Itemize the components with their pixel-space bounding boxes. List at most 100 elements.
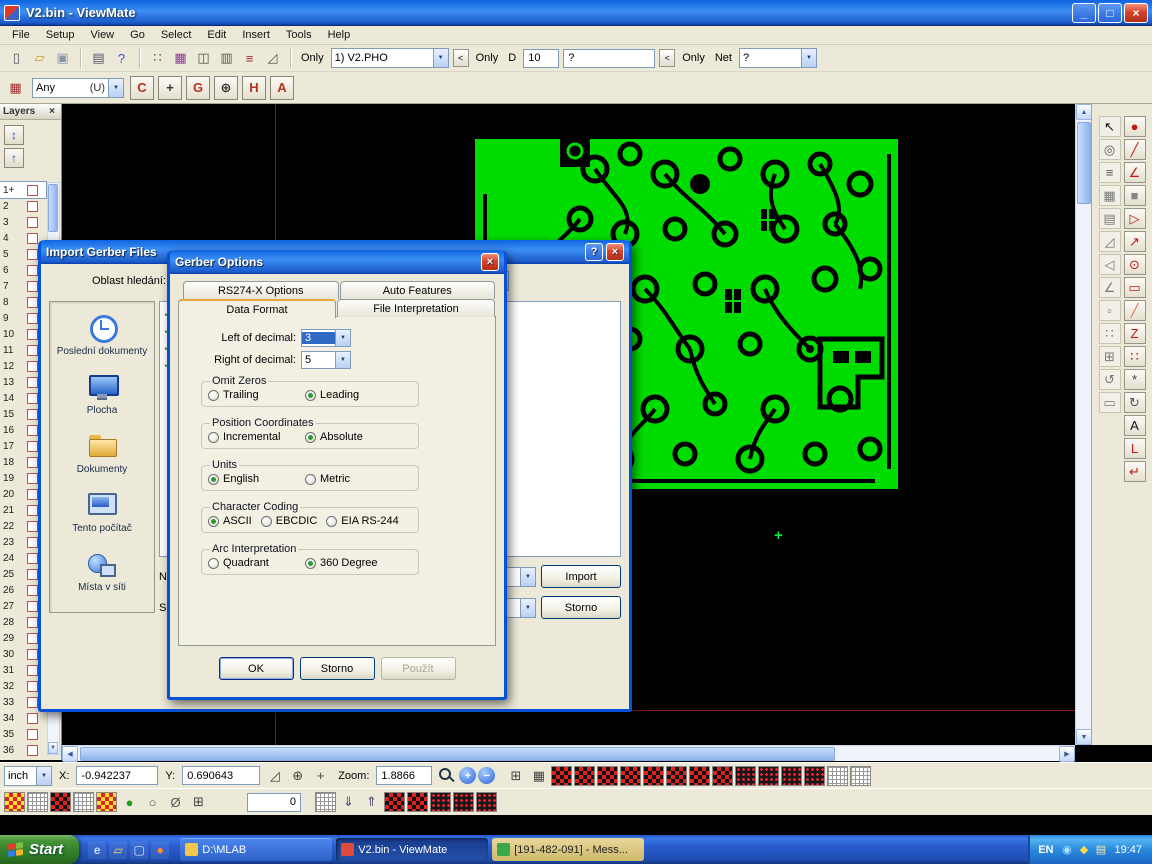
mirror-icon[interactable]: ◁: [1099, 254, 1121, 275]
film-swatch-icon[interactable]: [620, 766, 641, 786]
draw-circle-icon[interactable]: ⊙: [1124, 254, 1146, 275]
tab-auto-features[interactable]: Auto Features: [340, 281, 496, 299]
taskbar-task-191-482-091-mess[interactable]: [191-482-091] - Mess...: [492, 838, 644, 861]
scroll-up-icon[interactable]: ▲: [1076, 104, 1092, 120]
prev-dcode-button[interactable]: <: [453, 49, 469, 67]
slope-measure-icon[interactable]: ◿: [262, 48, 283, 68]
dcode-a-icon[interactable]: A: [270, 76, 294, 100]
pad-pattern-icon[interactable]: [758, 766, 779, 786]
apply-button[interactable]: Použít: [381, 657, 456, 680]
pad-small-icon[interactable]: ▫: [1099, 300, 1121, 321]
aperture-select[interactable]: Any (U) ▼: [32, 78, 124, 98]
pad-pattern-icon[interactable]: [781, 766, 802, 786]
draw-filled-rect-icon[interactable]: ■: [1124, 185, 1146, 206]
dot-grid-icon[interactable]: [315, 792, 336, 812]
aperture-grid-icon[interactable]: ▦: [5, 78, 26, 98]
pad-pattern-icon[interactable]: [476, 792, 497, 812]
select-arrow-icon[interactable]: ↖: [1099, 116, 1121, 137]
minimize-button[interactable]: _: [1072, 3, 1096, 23]
layer-color-swatch[interactable]: [27, 729, 38, 740]
film-swatch-icon[interactable]: [384, 792, 405, 812]
radio-metric[interactable]: Metric: [305, 473, 350, 485]
import-button[interactable]: Import: [541, 565, 621, 588]
y-coordinate-field[interactable]: 0.690643: [182, 766, 260, 785]
cell-grid-icon[interactable]: ⊞: [505, 766, 526, 786]
zoom-in-icon[interactable]: +: [459, 767, 476, 784]
film-swatch-icon[interactable]: [597, 766, 618, 786]
layer-color-swatch[interactable]: [27, 425, 38, 436]
layer-color-swatch[interactable]: [27, 249, 38, 260]
layer-color-swatch[interactable]: [27, 681, 38, 692]
layer-row[interactable]: 35: [0, 726, 47, 742]
zoom-field[interactable]: 1.8866: [376, 766, 432, 785]
menu-item-tools[interactable]: Tools: [278, 27, 320, 43]
draw-pad-icon[interactable]: ●: [1124, 116, 1146, 137]
count-field[interactable]: 0: [247, 793, 301, 812]
layer-color-swatch[interactable]: [27, 617, 38, 628]
tab-rs274-x-options[interactable]: RS274-X Options: [183, 281, 339, 299]
maximize-button[interactable]: □: [1098, 3, 1122, 23]
layer-color-swatch[interactable]: [27, 457, 38, 468]
scrollbar-thumb[interactable]: [48, 184, 58, 232]
layer-color-swatch[interactable]: [27, 345, 38, 356]
radio-english[interactable]: English: [208, 473, 296, 485]
menu-item-insert[interactable]: Insert: [234, 27, 278, 43]
draw-slash-icon[interactable]: ╱: [1124, 300, 1146, 321]
film-swatch-icon[interactable]: [551, 766, 572, 786]
film-swatch-icon[interactable]: [407, 792, 428, 812]
layer-stack-icon[interactable]: ≡: [1099, 162, 1121, 183]
layer-up-button[interactable]: ↑: [4, 148, 24, 168]
only-dcode-label[interactable]: Only: [473, 52, 502, 64]
grid-pattern-icon[interactable]: [827, 766, 848, 786]
move-crosshair-icon[interactable]: +: [158, 76, 182, 100]
film-box-icon[interactable]: ▦: [1099, 185, 1121, 206]
close-button[interactable]: ×: [481, 253, 499, 271]
dcode-field[interactable]: 10: [523, 49, 559, 68]
new-file-icon[interactable]: ▯: [6, 48, 27, 68]
film-color-icon[interactable]: [4, 792, 25, 812]
tab-data-format[interactable]: Data Format: [178, 299, 336, 318]
gerber-dialog-titlebar[interactable]: Gerber Options ×: [170, 250, 504, 274]
zoom-window-icon[interactable]: [436, 766, 457, 786]
measure-slope-icon[interactable]: ◿: [264, 766, 285, 786]
menu-item-edit[interactable]: Edit: [199, 27, 234, 43]
layer-color-swatch[interactable]: [27, 217, 38, 228]
dcode-c-icon[interactable]: C: [130, 76, 154, 100]
x-coordinate-field[interactable]: -0.942237: [76, 766, 158, 785]
layer-color-swatch[interactable]: [27, 633, 38, 644]
print-icon[interactable]: ▤: [88, 48, 109, 68]
menu-item-go[interactable]: Go: [122, 27, 153, 43]
chevron-down-icon[interactable]: ▼: [520, 599, 535, 617]
internet-explorer-icon[interactable]: e: [88, 841, 106, 859]
layer-color-swatch[interactable]: [27, 473, 38, 484]
film-swatch-icon[interactable]: [712, 766, 733, 786]
left-of-decimal-select[interactable]: 3 ▼: [301, 329, 351, 347]
place-desktop[interactable]: Plocha: [50, 365, 154, 424]
storno-button[interactable]: Storno: [541, 596, 621, 619]
pattern-fill-icon[interactable]: ▥: [216, 48, 237, 68]
layer-color-swatch[interactable]: [27, 297, 38, 308]
layer-color-swatch[interactable]: [27, 409, 38, 420]
browser-icon[interactable]: ●: [151, 841, 169, 859]
layer-color-swatch[interactable]: [27, 537, 38, 548]
layer-color-swatch[interactable]: [27, 697, 38, 708]
film-color-icon[interactable]: [96, 792, 117, 812]
layer-color-swatch[interactable]: [27, 649, 38, 660]
anchor-up-icon[interactable]: ⇑: [361, 792, 382, 812]
horizontal-scrollbar[interactable]: ◀ ▶: [62, 745, 1075, 761]
layer-color-swatch[interactable]: [27, 713, 38, 724]
chevron-down-icon[interactable]: ▼: [520, 568, 535, 586]
radio-trailing[interactable]: Trailing: [208, 389, 296, 401]
taskbar-task-v2-bin-viewmate[interactable]: V2.bin - ViewMate: [336, 838, 488, 861]
redraw-icon[interactable]: ◎: [1099, 139, 1121, 160]
scroll-right-icon[interactable]: ▶: [1059, 746, 1075, 762]
layer-color-swatch[interactable]: [27, 281, 38, 292]
layer-select[interactable]: 1) V2.PHO ▼: [331, 48, 449, 68]
keyboard-tray-icon[interactable]: ▤: [1093, 842, 1108, 857]
folder-icon[interactable]: ▱: [109, 841, 127, 859]
layer-lines-icon[interactable]: ≡: [239, 48, 260, 68]
help-button[interactable]: ?: [585, 243, 603, 261]
chevron-down-icon[interactable]: ▼: [335, 352, 350, 368]
query-rotate-icon[interactable]: ↻: [1124, 392, 1146, 413]
layer-row[interactable]: 3: [0, 214, 47, 230]
